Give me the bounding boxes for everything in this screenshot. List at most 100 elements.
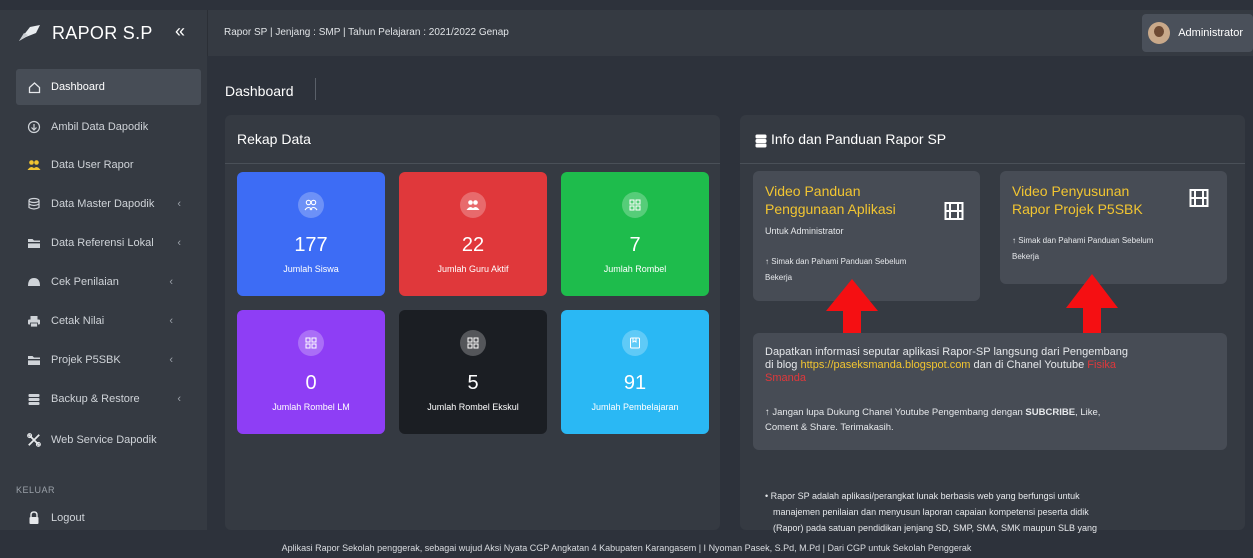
sidebar-item-ambil-data-dapodik[interactable]: Ambil Data Dapodik: [16, 109, 201, 145]
grid-icon: [460, 330, 486, 356]
divider: [740, 163, 1245, 164]
app-logo-icon: [19, 25, 40, 41]
stat-label: Jumlah Rombel Ekskul: [427, 402, 519, 412]
print-icon: [27, 314, 41, 328]
stat-value: 0: [305, 372, 317, 394]
database-icon: [755, 134, 767, 148]
blog-link[interactable]: https://paseksmanda.blogspot.com: [800, 359, 970, 371]
sidebar-item-logout[interactable]: Logout: [16, 500, 201, 536]
chevron-left-icon: ‹: [169, 276, 173, 288]
youtube-channel-link[interactable]: Fisika: [1087, 359, 1116, 371]
film-icon: [1189, 189, 1209, 207]
sidebar-item-label: Dashboard: [51, 81, 105, 93]
sidebar-item-label: Ambil Data Dapodik: [51, 121, 149, 133]
rekap-data-title: Rekap Data: [237, 131, 311, 147]
video-title-line2: Rapor Projek P5SBK: [1012, 201, 1143, 217]
sidebar: Dashboard Ambil Data Dapodik Data User R…: [0, 56, 207, 530]
sidebar-item-label: Backup & Restore: [51, 393, 140, 405]
chevron-left-icon: ‹: [169, 354, 173, 366]
blog-line1: Dapatkan informasi seputar aplikasi Rapo…: [765, 346, 1129, 358]
sidebar-item-data-user-rapor[interactable]: Data User Rapor: [16, 147, 201, 183]
sidebar-item-dashboard[interactable]: Dashboard: [16, 69, 201, 105]
sidebar-item-label: Data Referensi Lokal: [51, 237, 154, 249]
stat-card-jumlah-guru-aktif[interactable]: 22 Jumlah Guru Aktif: [399, 172, 547, 296]
divider: [225, 163, 720, 164]
description-line: • Rapor SP adalah aplikasi/perangkat lun…: [765, 491, 1080, 501]
note-text: , Like,: [1075, 407, 1101, 418]
stat-card-jumlah-pembelajaran[interactable]: 91 Jumlah Pembelajaran: [561, 310, 709, 434]
footer: Aplikasi Rapor Sekolah penggerak, sebaga…: [0, 538, 1253, 558]
lock-icon: [27, 511, 41, 525]
sidebar-item-cetak-nilai[interactable]: Cetak Nilai ‹: [16, 303, 201, 339]
sidebar-item-label: Logout: [51, 512, 85, 524]
stat-label: Jumlah Guru Aktif: [437, 264, 509, 274]
video-note-line2: Bekerja: [765, 273, 793, 282]
book-icon: [622, 330, 648, 356]
sidebar-item-label: Web Service Dapodik: [51, 434, 157, 446]
user-menu[interactable]: Administrator: [1142, 14, 1253, 52]
stat-label: Jumlah Siswa: [283, 264, 339, 274]
users-icon: [298, 192, 324, 218]
users-icon: [460, 192, 486, 218]
title-divider: [315, 78, 316, 100]
info-title: Info dan Panduan Rapor SP: [771, 131, 947, 147]
page-title: Dashboard: [225, 83, 294, 99]
sidebar-item-backup-restore[interactable]: Backup & Restore ‹: [16, 381, 201, 417]
sidebar-item-data-referensi-lokal[interactable]: Data Referensi Lokal ‹: [16, 225, 201, 261]
grid-icon: [298, 330, 324, 356]
video-title-line1: Video Panduan: [765, 183, 861, 199]
chevron-left-icon: ‹: [177, 237, 181, 249]
sidebar-item-label: Cetak Nilai: [51, 315, 105, 327]
stat-card-jumlah-rombel-ekskul[interactable]: 5 Jumlah Rombel Ekskul: [399, 310, 547, 434]
video-note-line1: ↑ Simak dan Pahami Panduan Sebelum: [1012, 236, 1154, 245]
rekap-data-card: Rekap Data 177 Jumlah Siswa 22 Jumlah Gu…: [225, 115, 720, 530]
section-label-keluar: KELUAR: [16, 485, 56, 495]
collapse-sidebar-icon[interactable]: «: [175, 21, 185, 42]
backup-icon: [27, 392, 41, 406]
video-note-line2: Bekerja: [1012, 252, 1040, 261]
stat-label: Jumlah Rombel: [603, 264, 667, 274]
sidebar-item-projek-p5sbk[interactable]: Projek P5SBK ‹: [16, 342, 201, 378]
stat-value: 177: [294, 234, 328, 256]
note-text: ↑ Jangan lupa Dukung Chanel Youtube Peng…: [765, 407, 1026, 418]
check-icon: [27, 275, 41, 289]
blog-line2: di blog https://paseksmanda.blogspot.com…: [765, 359, 1116, 372]
sidebar-item-label: Data User Rapor: [51, 159, 134, 171]
video-title-line2: Penggunaan Aplikasi: [765, 201, 896, 217]
sidebar-item-cek-penilaian[interactable]: Cek Penilaian ‹: [16, 264, 201, 300]
stat-label: Jumlah Rombel LM: [272, 402, 350, 412]
sidebar-item-data-master-dapodik[interactable]: Data Master Dapodik ‹: [16, 186, 201, 222]
database-icon: [27, 197, 41, 211]
app-name: RAPOR S.P: [52, 22, 153, 43]
home-icon: [27, 80, 41, 94]
blog-info-card: Dapatkan informasi seputar aplikasi Rapo…: [753, 333, 1227, 450]
sidebar-item-label: Data Master Dapodik: [51, 198, 155, 210]
info-panduan-card: Info dan Panduan Rapor SP Video Panduan …: [740, 115, 1245, 533]
video-subtitle: Untuk Administrator: [765, 226, 844, 236]
stat-card-jumlah-rombel-lm[interactable]: 0 Jumlah Rombel LM: [237, 310, 385, 434]
film-icon: [944, 202, 964, 220]
user-name: Administrator: [1178, 27, 1243, 39]
support-note: ↑ Jangan lupa Dukung Chanel Youtube Peng…: [765, 406, 1100, 419]
header-info: Rapor SP | Jenjang : SMP | Tahun Pelajar…: [224, 27, 509, 38]
chevron-left-icon: ‹: [177, 393, 181, 405]
sidebar-item-web-service-dapodik[interactable]: Web Service Dapodik: [16, 422, 201, 458]
sidebar-item-label: Cek Penilaian: [51, 276, 119, 288]
folder-icon: [27, 236, 41, 250]
sidebar-item-label: Projek P5SBK: [51, 354, 121, 366]
brand[interactable]: RAPOR S.P «: [0, 10, 207, 56]
note-bold: SUBCRIBE: [1025, 407, 1076, 418]
tools-icon: [27, 433, 41, 447]
header-bar: Rapor SP | Jenjang : SMP | Tahun Pelajar…: [207, 10, 1253, 56]
youtube-channel-link[interactable]: Smanda: [765, 372, 806, 385]
users-icon: [27, 158, 41, 172]
grid-icon: [622, 192, 648, 218]
video-penyusunan-card[interactable]: Video Penyusunan Rapor Projek P5SBK ↑ Si…: [1000, 171, 1227, 284]
stat-value: 7: [629, 234, 641, 256]
stat-card-jumlah-siswa[interactable]: 177 Jumlah Siswa: [237, 172, 385, 296]
chevron-left-icon: ‹: [169, 315, 173, 327]
project-icon: [27, 353, 41, 367]
stat-value: 22: [461, 234, 485, 256]
video-note-line1: ↑ Simak dan Pahami Panduan Sebelum: [765, 257, 907, 266]
stat-card-jumlah-rombel[interactable]: 7 Jumlah Rombel: [561, 172, 709, 296]
